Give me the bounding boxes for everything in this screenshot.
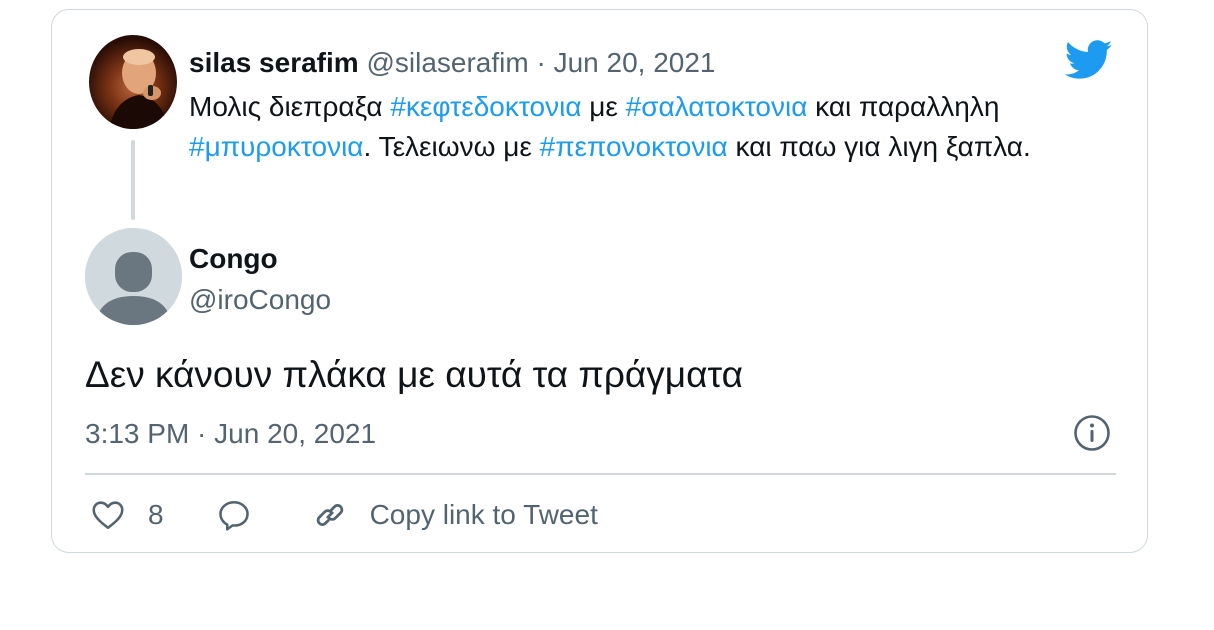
info-icon[interactable] — [1072, 413, 1112, 453]
like-count: 8 — [148, 499, 164, 530]
quoted-tweet-date[interactable]: Jun 20, 2021 — [554, 47, 716, 78]
text-segment: Μολις διεπραξα — [189, 91, 391, 122]
reply-author-handle[interactable]: @iroCongo — [189, 280, 331, 320]
reply-author-avatar[interactable] — [85, 228, 182, 325]
twitter-bird-icon[interactable] — [1065, 40, 1113, 80]
copy-link-button[interactable]: Copy link to Tweet — [312, 497, 598, 533]
copy-link-label: Copy link to Tweet — [369, 499, 598, 530]
quoted-tweet-header: silas serafim @silaserafim · Jun 20, 202… — [189, 43, 716, 83]
quoted-author-handle[interactable]: @silaserafim — [366, 47, 528, 78]
quoted-author-avatar[interactable] — [89, 35, 177, 129]
text-segment: και παω για λιγη ξαπλα. — [727, 131, 1031, 162]
reply-author-name[interactable]: Congo — [189, 239, 278, 279]
text-segment: . Τελειωνω με — [363, 131, 540, 162]
quoted-tweet-text: Μολις διεπραξα #κεφτεδοκτονια με #σαλατο… — [189, 87, 1119, 167]
reply-tweet-text: Δεν κάνουν πλάκα με αυτά τα πράγματα — [85, 354, 743, 395]
actions-divider — [85, 473, 1116, 475]
tweet-actions-bar: 8 Copy link to Tweet — [90, 495, 598, 535]
hashtag-link[interactable]: #πεπονοκτονια — [540, 131, 728, 162]
default-avatar-icon — [85, 228, 182, 325]
like-button[interactable]: 8 — [90, 497, 164, 533]
link-icon — [316, 504, 343, 526]
header-separator: · — [528, 47, 554, 78]
hashtag-link[interactable]: #σαλατοκτονια — [626, 91, 808, 122]
hashtag-link[interactable]: #μπυροκτονια — [189, 131, 363, 162]
reply-timestamp[interactable]: 3:13 PM · Jun 20, 2021 — [85, 414, 376, 454]
heart-icon — [92, 501, 124, 530]
text-segment: και παραλληλη — [807, 91, 1000, 122]
tweet-card[interactable]: silas serafim @silaserafim · Jun 20, 202… — [51, 9, 1148, 553]
avatar-photo-icon — [109, 49, 169, 129]
quoted-author-name[interactable]: silas serafim — [189, 47, 359, 78]
text-segment: με — [581, 91, 626, 122]
thread-connector-line — [131, 140, 135, 220]
hashtag-link[interactable]: #κεφτεδοκτονια — [390, 91, 581, 122]
reply-button[interactable] — [216, 497, 252, 533]
reply-icon — [218, 500, 249, 531]
